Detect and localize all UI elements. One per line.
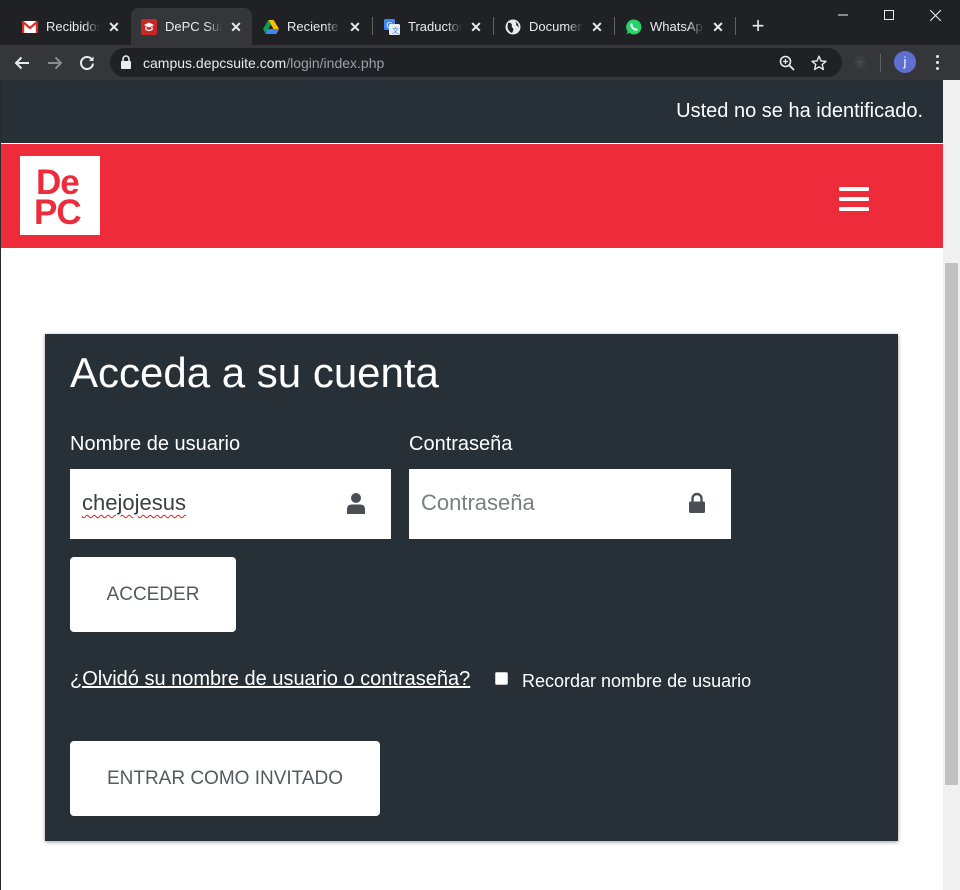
password-placeholder: Contraseña: [421, 490, 535, 515]
tab-translate[interactable]: G文 Traductor d ✕: [374, 8, 492, 45]
maximize-icon: [884, 10, 894, 20]
username-input[interactable]: chejojesus: [70, 469, 391, 539]
forgot-password-link[interactable]: ¿Olvidó su nombre de usuario o contraseñ…: [70, 668, 470, 691]
username-label: Nombre de usuario: [70, 433, 241, 455]
close-icon[interactable]: ✕: [228, 19, 244, 35]
close-icon[interactable]: ✕: [347, 19, 363, 35]
close-icon[interactable]: ✕: [589, 19, 605, 35]
reload-icon: [80, 56, 94, 70]
minimize-icon: [838, 14, 848, 16]
extension-icon[interactable]: [851, 53, 869, 71]
globe-icon: [505, 19, 521, 35]
browser-toolbar: campus.depcsuite.com/login/index.php j: [0, 45, 960, 80]
translate-icon: G文: [384, 18, 400, 35]
toolbar-separator: [880, 54, 881, 72]
site-logo[interactable]: De PC: [20, 156, 100, 235]
lock-icon: [687, 491, 707, 515]
login-panel: Acceda a su cuenta Nombre de usuario Con…: [45, 334, 898, 841]
remember-username-checkbox[interactable]: [495, 672, 508, 685]
user-icon: [346, 491, 366, 515]
tab-whatsapp[interactable]: WhatsApp ✕: [616, 8, 734, 45]
tab-separator: [735, 17, 736, 35]
guest-login-button[interactable]: ENTRAR COMO INVITADO: [70, 741, 380, 816]
tab-separator: [493, 17, 494, 35]
address-bar[interactable]: campus.depcsuite.com/login/index.php: [110, 48, 842, 77]
tab-title: Document: [529, 19, 583, 34]
lock-icon: [120, 55, 132, 74]
star-icon[interactable]: [810, 54, 828, 72]
tab-separator: [372, 17, 373, 35]
username-value: chejojesus: [82, 490, 186, 515]
tab-depc-suite[interactable]: DePC Suite ✕: [131, 8, 252, 45]
tab-title: Traductor d: [408, 19, 462, 34]
close-icon[interactable]: ✕: [106, 19, 122, 35]
tab-title: Recibidos (: [46, 19, 100, 34]
login-status-text: Usted no se ha identificado.: [676, 100, 923, 122]
new-tab-button[interactable]: +: [748, 15, 768, 37]
page-scrollbar[interactable]: [943, 80, 960, 890]
tab-title: WhatsApp: [650, 19, 704, 34]
zoom-icon[interactable]: [778, 54, 796, 72]
tab-title: DePC Suite: [165, 19, 222, 34]
whatsapp-icon: [626, 18, 642, 35]
minimize-button[interactable]: [820, 0, 866, 30]
close-window-icon: [929, 9, 941, 21]
logo-line-2: PC: [34, 193, 82, 232]
url-path: /login/index.php: [286, 55, 385, 71]
password-input[interactable]: Contraseña: [409, 469, 731, 539]
maximize-button[interactable]: [866, 0, 912, 30]
forward-button[interactable]: [41, 49, 69, 77]
url-host: campus.depcsuite.com: [143, 55, 287, 71]
profile-avatar[interactable]: j: [894, 51, 916, 73]
tab-document[interactable]: Document ✕: [495, 8, 613, 45]
password-label: Contraseña: [409, 433, 513, 455]
close-icon[interactable]: ✕: [710, 19, 726, 35]
login-title: Acceda a su cuenta: [70, 349, 439, 396]
drive-icon: [263, 19, 279, 35]
tab-separator: [614, 17, 615, 35]
tab-gmail[interactable]: Recibidos ( ✕: [12, 8, 130, 45]
browser-menu-icon[interactable]: [928, 52, 946, 72]
back-button[interactable]: [8, 49, 36, 77]
login-button[interactable]: ACCEDER: [70, 557, 236, 632]
brand-header: De PC: [1, 144, 943, 248]
url-text: campus.depcsuite.com/login/index.php: [143, 55, 384, 71]
tab-drive[interactable]: Reciente - ✕: [253, 8, 371, 45]
gmail-icon: [22, 19, 38, 35]
close-window-button[interactable]: [912, 0, 958, 30]
hamburger-menu-icon[interactable]: [839, 187, 869, 211]
depc-icon: [141, 18, 157, 35]
tab-title: Reciente -: [287, 19, 341, 34]
browser-tab-strip: Recibidos ( ✕ DePC Suite ✕ Reciente - ✕ …: [0, 0, 960, 45]
remember-username-label[interactable]: Recordar nombre de usuario: [522, 671, 751, 692]
scrollbar-thumb[interactable]: [945, 263, 958, 785]
top-navbar: Usted no se ha identificado.: [1, 80, 943, 143]
arrow-left-icon: [14, 56, 29, 70]
svg-text:文: 文: [392, 26, 399, 35]
reload-button[interactable]: [73, 49, 101, 77]
close-icon[interactable]: ✕: [468, 19, 484, 35]
arrow-right-icon: [48, 56, 63, 70]
